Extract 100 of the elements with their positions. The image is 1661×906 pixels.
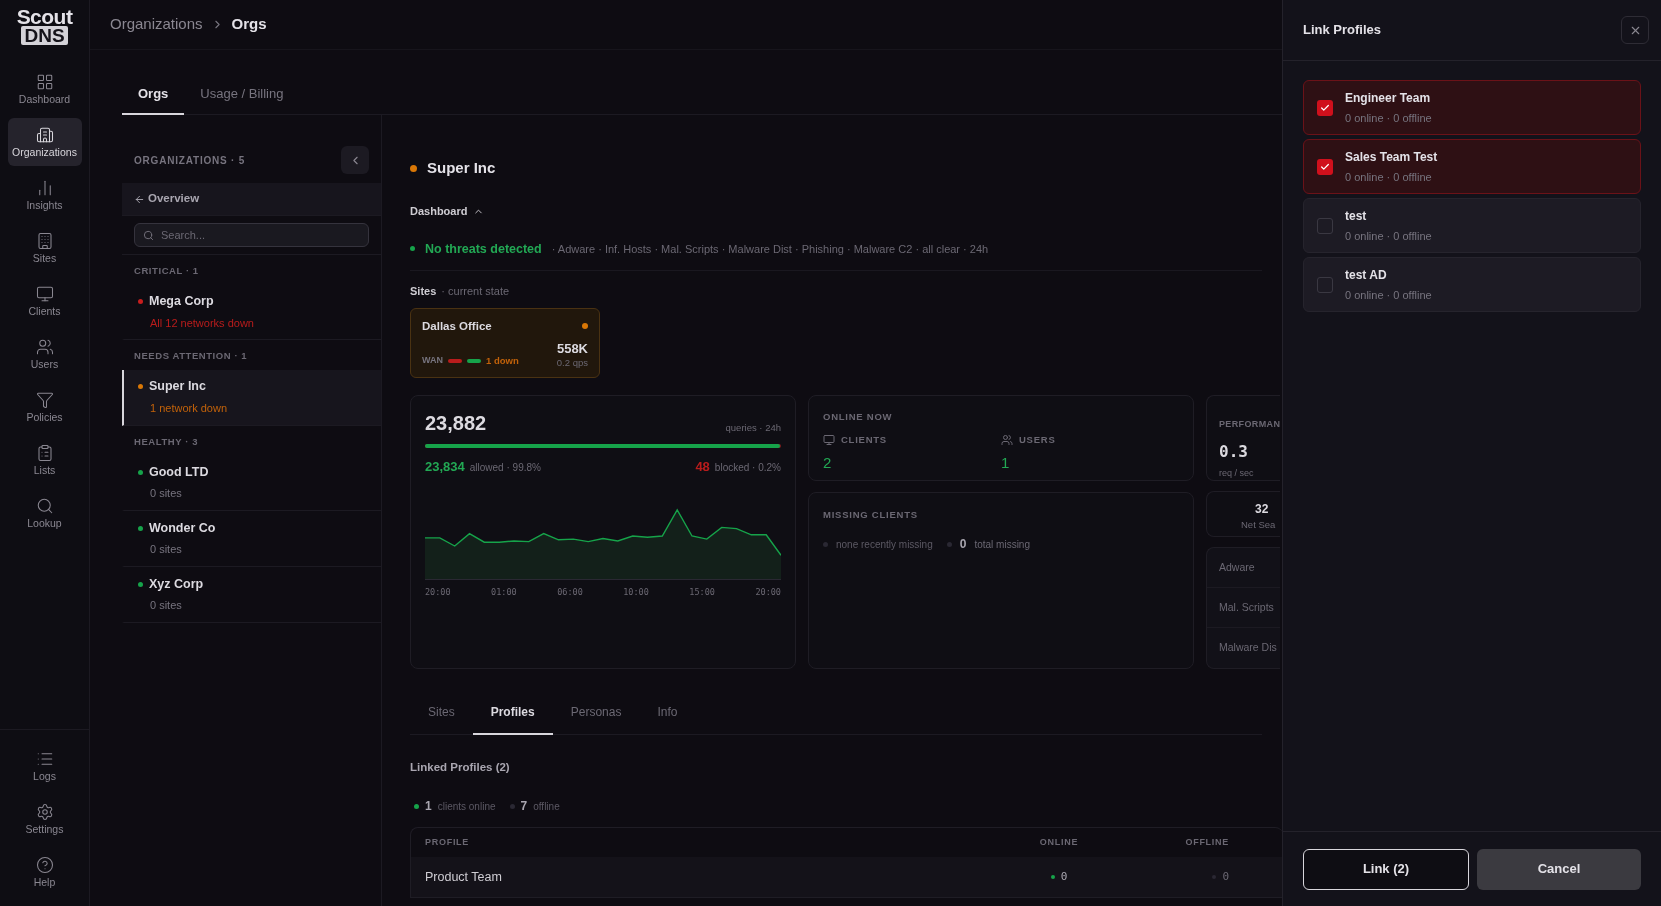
profile-name: Sales Team Test bbox=[1345, 148, 1438, 166]
monitor-icon bbox=[823, 434, 835, 447]
users-icon bbox=[35, 338, 54, 357]
site-card[interactable]: Dallas Office WAN 1 down 558K 0.2 qps bbox=[410, 307, 600, 378]
tab[interactable]: Personas bbox=[552, 690, 640, 735]
org-item[interactable]: Super Inc 1 network down bbox=[122, 369, 381, 426]
site-name: Dallas Office bbox=[422, 318, 492, 334]
checkbox[interactable] bbox=[1317, 158, 1333, 175]
section-subtitle: · current state bbox=[441, 284, 510, 300]
profile-name: Engineer Team bbox=[1345, 89, 1432, 107]
check-icon bbox=[1320, 102, 1330, 113]
org-item[interactable]: Mega Corp All 12 networks down bbox=[122, 284, 381, 341]
nav-item[interactable]: Users bbox=[7, 330, 82, 378]
stat-label: USERS bbox=[1019, 433, 1056, 447]
checkbox[interactable] bbox=[1317, 217, 1333, 234]
threat-status: No threats detected bbox=[425, 240, 542, 258]
axis-label: 20:00 bbox=[425, 586, 451, 599]
org-title: Super Inc bbox=[427, 157, 496, 178]
profile-summary: 0 online · 0 offline bbox=[1345, 287, 1432, 303]
org-item[interactable]: Wonder Co 0 sites bbox=[122, 510, 381, 567]
tab[interactable]: Orgs bbox=[122, 75, 185, 115]
wan-status: 1 down bbox=[486, 353, 519, 368]
group-label: HEALTHY · 3 bbox=[133, 434, 199, 449]
axis-label: 10:00 bbox=[623, 586, 649, 599]
filter-icon bbox=[35, 391, 54, 410]
nav-item[interactable]: Policies bbox=[7, 383, 82, 431]
performance-value: 0.3 bbox=[1219, 440, 1249, 463]
tab[interactable]: Sites bbox=[410, 690, 473, 735]
nav-item[interactable]: Lookup bbox=[7, 489, 82, 537]
profile-option[interactable]: test AD 0 online · 0 offline bbox=[1303, 257, 1641, 312]
checkbox[interactable] bbox=[1317, 99, 1333, 116]
org-name: Xyz Corp bbox=[149, 575, 204, 593]
org-item[interactable]: Good LTD 0 sites bbox=[122, 454, 381, 511]
cancel-button[interactable]: Cancel bbox=[1477, 848, 1641, 890]
column-header: PROFILE bbox=[425, 835, 471, 849]
nav-item[interactable]: Insights bbox=[7, 171, 82, 219]
breadcrumb-link[interactable]: Organizations bbox=[110, 13, 203, 36]
query-caption: queries · 24h bbox=[725, 420, 781, 435]
monitor-icon bbox=[35, 285, 54, 304]
profile-option[interactable]: Sales Team Test 0 online · 0 offline bbox=[1303, 139, 1641, 194]
drawer-title: Link Profiles bbox=[1303, 21, 1382, 40]
threat-category: Malware Dis bbox=[1219, 640, 1277, 656]
profile-name: test bbox=[1345, 207, 1368, 225]
overview-link[interactable]: Overview bbox=[148, 190, 200, 208]
search-input[interactable]: Search... bbox=[161, 224, 368, 246]
org-name: Mega Corp bbox=[149, 293, 214, 311]
threat-categories: · Adware · Inf. Hosts · Mal. Scripts · Malware Dist · Phishing · Malware C2 · all clear · 24h bbox=[551, 241, 989, 257]
axis-label: 15:00 bbox=[689, 586, 715, 599]
tab[interactable]: Profiles bbox=[472, 690, 553, 735]
group-label: CRITICAL · 1 bbox=[133, 264, 200, 278]
org-status: 0 sites bbox=[149, 542, 183, 558]
tab[interactable]: Info bbox=[639, 690, 696, 735]
nav-item[interactable]: Settings bbox=[7, 795, 82, 843]
allowed-caption: allowed · 99.8% bbox=[469, 460, 541, 475]
column-header: OFFLINE bbox=[1184, 835, 1230, 849]
link-button[interactable]: Link (2) bbox=[1303, 848, 1469, 890]
search-field[interactable]: Search... bbox=[134, 223, 369, 247]
online-caption: clients online bbox=[437, 799, 496, 814]
performance-unit: req / sec bbox=[1219, 466, 1255, 480]
grid-icon bbox=[35, 73, 54, 92]
profile-name: Product Team bbox=[425, 868, 503, 886]
org-status: 1 network down bbox=[149, 401, 229, 417]
wan-label: WAN bbox=[422, 353, 443, 367]
offline-count: 7 bbox=[520, 798, 528, 815]
axis-label: 06:00 bbox=[557, 586, 583, 599]
dashboard-toggle[interactable]: Dashboard bbox=[410, 203, 485, 220]
section-title: Sites bbox=[410, 284, 437, 300]
offline-value: 0 bbox=[1222, 868, 1229, 885]
close-button[interactable] bbox=[1621, 16, 1649, 44]
site-queries: 558K bbox=[556, 342, 588, 356]
tab[interactable]: Usage / Billing bbox=[184, 75, 300, 115]
nav-item[interactable]: Organizations bbox=[7, 118, 82, 166]
org-status: 0 sites bbox=[149, 486, 183, 502]
checkbox[interactable] bbox=[1317, 276, 1333, 293]
offline-caption: offline bbox=[533, 799, 560, 814]
net-value: 32 bbox=[1254, 500, 1269, 518]
blocked-caption: blocked · 0.2% bbox=[714, 460, 781, 475]
card-title: ONLINE NOW bbox=[823, 409, 894, 424]
org-item[interactable]: Xyz Corp 0 sites bbox=[122, 566, 381, 623]
stat-value: 1 bbox=[1001, 453, 1011, 474]
table-row[interactable]: Product Team 0 0 bbox=[411, 857, 1282, 897]
nav-item[interactable]: Help bbox=[7, 848, 82, 896]
blocked-count: 48 bbox=[695, 457, 710, 476]
online-value: 0 bbox=[1060, 868, 1068, 885]
nav-item[interactable]: Sites bbox=[7, 224, 82, 272]
check-icon bbox=[1320, 161, 1330, 172]
missing-recent: none recently missing bbox=[836, 537, 933, 552]
org-status: 0 sites bbox=[149, 598, 183, 614]
nav-item[interactable]: Clients bbox=[7, 277, 82, 325]
profile-summary: 0 online · 0 offline bbox=[1345, 110, 1432, 126]
search-icon bbox=[143, 229, 154, 241]
profile-option[interactable]: Engineer Team 0 online · 0 offline bbox=[1303, 80, 1641, 135]
office-building-icon bbox=[35, 232, 54, 251]
section-title: Linked Profiles (2) bbox=[410, 759, 511, 775]
profile-summary: 0 online · 0 offline bbox=[1345, 228, 1432, 244]
nav-item[interactable]: Dashboard bbox=[7, 65, 82, 113]
nav-item[interactable]: Lists bbox=[7, 436, 82, 484]
nav-item[interactable]: Logs bbox=[7, 742, 82, 790]
profile-option[interactable]: test 0 online · 0 offline bbox=[1303, 198, 1641, 253]
online-count: 1 bbox=[425, 798, 432, 815]
